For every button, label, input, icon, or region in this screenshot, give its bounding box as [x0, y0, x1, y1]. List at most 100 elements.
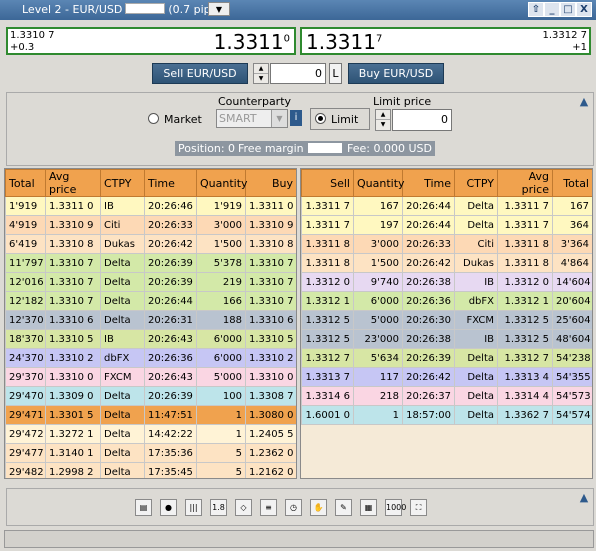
- quantity-unit-button[interactable]: L: [329, 63, 342, 84]
- buy-cell: 1.3309 0: [45, 386, 101, 406]
- sell-row[interactable]: 1.3311 8 3'000 20:26:33 Citi 1.3311 8 3'364: [301, 234, 592, 254]
- sell-cell: 1.3312 7: [497, 348, 553, 368]
- buy-header-avg-price[interactable]: Avg price: [45, 169, 101, 197]
- buy-cell: 20:26:42: [144, 234, 197, 254]
- sell-header-ctpy[interactable]: CTPY: [454, 169, 498, 197]
- buy-row[interactable]: 29'482 1.2998 2 Delta 17:35:45 5 1.2162 0: [5, 462, 296, 478]
- sell-cell: 14'604: [552, 272, 592, 292]
- buy-row[interactable]: 12'016 1.3310 7 Delta 20:26:39 219 1.3310 7: [5, 272, 296, 292]
- buy-row[interactable]: 24'370 1.3310 2 dbFX 20:26:36 6'000 1.3310 2: [5, 348, 296, 368]
- sell-row[interactable]: 1.3311 7 197 20:26:44 Delta 1.3311 7 364: [301, 215, 592, 235]
- sell-row[interactable]: 1.3312 7 5'634 20:26:39 Delta 1.3312 7 54'238: [301, 348, 592, 368]
- sell-cell: 4'864: [552, 253, 592, 273]
- free-margin-badge: Free margin: [235, 141, 345, 156]
- fullscreen-icon[interactable]: ⛶: [410, 499, 427, 516]
- buy-cell: 4'919: [5, 215, 46, 235]
- sell-row[interactable]: 1.6001 0 1 18:57:00 Delta 1.3362 7 54'574: [301, 405, 592, 425]
- buy-cell: 20:26:36: [144, 348, 197, 368]
- sell-header-quantity[interactable]: Quantity: [353, 169, 405, 197]
- sell-cell: 20'604: [552, 291, 592, 311]
- network-icon[interactable]: ◇: [235, 499, 252, 516]
- buy-cell: 1.3310 6: [245, 310, 296, 330]
- sheet-icon[interactable]: ▤: [135, 499, 152, 516]
- sell-cell: Citi: [454, 234, 498, 254]
- buy-row[interactable]: 29'370 1.3310 0 FXCM 20:26:43 5'000 1.3310 0: [5, 367, 296, 387]
- buy-button[interactable]: Buy EUR/USD: [348, 63, 444, 84]
- buy-header-time[interactable]: Time: [144, 169, 197, 197]
- buy-cell: 24'370: [5, 348, 46, 368]
- fee-badge: Fee: 0.000 USD: [344, 141, 435, 156]
- info-icon[interactable]: i: [290, 110, 302, 126]
- quantity-input[interactable]: 0: [270, 63, 326, 84]
- buy-row[interactable]: 1'919 1.3311 0 IB 20:26:46 1'919 1.3311 0: [5, 196, 296, 216]
- buy-cell: 1.3310 2: [45, 348, 101, 368]
- counterparty-select[interactable]: SMART ▼: [216, 109, 288, 128]
- sell-cell: 9'740: [353, 272, 403, 292]
- buy-cell: 1.3310 0: [45, 367, 101, 387]
- buy-row[interactable]: 6'419 1.3310 8 Dukas 20:26:42 1'500 1.3310 8: [5, 234, 296, 254]
- sell-quote-box[interactable]: 1.3310 7 +0.3 1.33110: [6, 27, 296, 55]
- sell-row[interactable]: 1.3311 8 1'500 20:26:42 Dukas 1.3311 8 4'864: [301, 253, 592, 273]
- picture-icon[interactable]: ▦: [360, 499, 377, 516]
- buy-book[interactable]: Total Avg price CTPY Time Quantity Buy 1'919 1…: [4, 168, 297, 479]
- buy-row[interactable]: 12'370 1.3310 6 Delta 20:26:31 188 1.3310 6: [5, 310, 296, 330]
- buy-row[interactable]: 29'472 1.3272 1 Delta 14:42:22 1 1.2405 5: [5, 424, 296, 444]
- collapse-toolbar-icon[interactable]: ▲: [577, 492, 591, 503]
- quantity-spinner[interactable]: ▲ ▼: [253, 63, 269, 84]
- sell-header-total[interactable]: Total: [552, 169, 592, 197]
- buy-cell: 1.3310 0: [245, 367, 296, 387]
- stack-icon[interactable]: ≡: [260, 499, 277, 516]
- buy-cell: 1: [196, 424, 246, 444]
- sell-row[interactable]: 1.3312 5 23'000 20:26:38 IB 1.3312 5 48'604: [301, 329, 592, 349]
- buy-row[interactable]: 29'470 1.3309 0 Delta 20:26:39 100 1.3308 7: [5, 386, 296, 406]
- buy-row[interactable]: 11'797 1.3310 7 Delta 20:26:39 5'378 1.3310 7: [5, 253, 296, 273]
- limit-price-input[interactable]: 0: [392, 109, 452, 131]
- sell-cell: 1.3311 7: [497, 215, 553, 235]
- candles-icon[interactable]: |||: [185, 499, 202, 516]
- counter-icon[interactable]: 1000: [385, 499, 406, 516]
- minimize-icon[interactable]: _: [544, 2, 560, 17]
- sell-header-sell[interactable]: Sell: [301, 169, 354, 197]
- sell-row[interactable]: 1.3312 1 6'000 20:26:36 dbFX 1.3312 1 20'604: [301, 291, 592, 311]
- buy-row[interactable]: 4'919 1.3310 9 Citi 20:26:33 3'000 1.3310 9: [5, 215, 296, 235]
- limit-radio[interactable]: [315, 113, 326, 124]
- coins-icon[interactable]: ●: [160, 499, 177, 516]
- limit-price-spinner[interactable]: ▲ ▼: [375, 109, 391, 131]
- sell-cell: 1.3362 7: [497, 405, 553, 425]
- buy-header-quantity[interactable]: Quantity: [196, 169, 248, 197]
- close-icon[interactable]: X: [576, 2, 592, 17]
- buy-row[interactable]: 29'477 1.3140 1 Delta 17:35:36 5 1.2362 0: [5, 443, 296, 463]
- limit-option[interactable]: Limit: [310, 108, 370, 130]
- maximize-icon[interactable]: □: [560, 2, 576, 17]
- buy-cell: 29'470: [5, 386, 46, 406]
- buy-cell: Delta: [100, 405, 145, 425]
- sell-row[interactable]: 1.3312 5 5'000 20:26:30 FXCM 1.3312 5 25'604: [301, 310, 592, 330]
- sell-header-time[interactable]: Time: [402, 169, 455, 197]
- hand-icon[interactable]: ✋: [310, 499, 327, 516]
- pin-icon[interactable]: ⇧: [528, 2, 544, 17]
- buy-row[interactable]: 18'370 1.3310 5 IB 20:26:43 6'000 1.3310 5: [5, 329, 296, 349]
- buy-table: Total Avg price CTPY Time Quantity Buy 1'919 1…: [5, 169, 296, 478]
- clock-icon[interactable]: ◷: [285, 499, 302, 516]
- buy-quote-box[interactable]: 1.33117 1.3312 7 +1: [300, 27, 591, 55]
- buy-row[interactable]: 29'471 1.3301 5 Delta 11:47:51 1 1.3080 0: [5, 405, 296, 425]
- sell-row[interactable]: 1.3312 0 9'740 20:26:38 IB 1.3312 0 14'604: [301, 272, 592, 292]
- sell-row[interactable]: 1.3313 7 117 20:26:42 Delta 1.3313 4 54'355: [301, 367, 592, 387]
- buy-header-ctpy[interactable]: CTPY: [100, 169, 145, 197]
- collapse-up-icon[interactable]: ▲: [577, 96, 591, 107]
- buy-header-buy[interactable]: Buy: [245, 169, 296, 197]
- sell-row[interactable]: 1.3314 6 218 20:26:37 Delta 1.3314 4 54'573: [301, 386, 592, 406]
- chip-icon[interactable]: 1.8: [210, 499, 227, 516]
- note-icon[interactable]: ✎: [335, 499, 352, 516]
- market-radio[interactable]: [148, 113, 159, 124]
- sell-cell: Delta: [454, 367, 498, 387]
- buy-cell: 5: [196, 462, 246, 478]
- buy-cell: 1.3310 9: [45, 215, 101, 235]
- window-menu-button[interactable]: ▼: [208, 2, 230, 16]
- sell-header-avg-price[interactable]: Avg price: [497, 169, 553, 197]
- buy-row[interactable]: 12'182 1.3310 7 Delta 20:26:44 166 1.3310 7: [5, 291, 296, 311]
- sell-row[interactable]: 1.3311 7 167 20:26:44 Delta 1.3311 7 167: [301, 196, 592, 216]
- sell-book[interactable]: Sell Quantity Time CTPY Avg price Total 1.331…: [300, 168, 593, 479]
- buy-header-total[interactable]: Total: [5, 169, 46, 197]
- sell-button[interactable]: Sell EUR/USD: [152, 63, 248, 84]
